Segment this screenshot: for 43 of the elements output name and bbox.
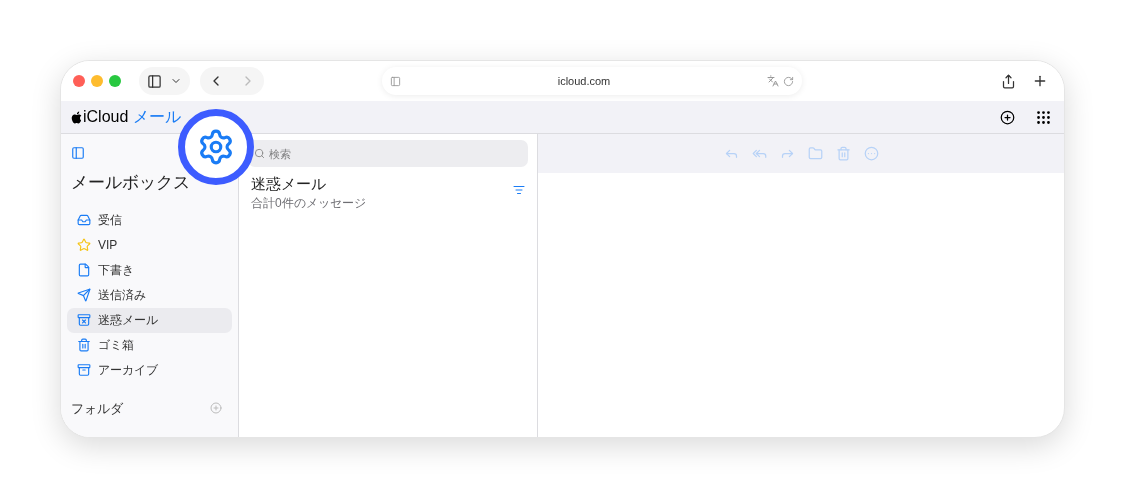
- search-field[interactable]: 検索: [248, 140, 528, 167]
- app-grid-icon[interactable]: [1035, 108, 1052, 126]
- close-light[interactable]: [73, 75, 85, 87]
- mailbox-item[interactable]: ゴミ箱: [67, 332, 232, 358]
- new-tab-icon[interactable]: [1032, 73, 1048, 89]
- zoom-light[interactable]: [109, 75, 121, 87]
- junk-box-icon: [77, 313, 91, 327]
- trash-icon: [77, 338, 91, 352]
- mailbox-item[interactable]: 受信: [67, 207, 232, 233]
- mailboxes-heading: メールボックス: [71, 172, 191, 194]
- share-icon[interactable]: [1001, 73, 1016, 89]
- forward-button[interactable]: [232, 67, 264, 95]
- app-brand: iCloud: [83, 107, 129, 127]
- document-icon: [77, 263, 91, 277]
- reload-icon[interactable]: [783, 75, 794, 87]
- star-icon: [77, 238, 91, 252]
- mailbox-item[interactable]: アーカイブ: [67, 357, 232, 383]
- mailbox-item[interactable]: 迷惑メール: [67, 307, 232, 333]
- sidebar-toggle-button[interactable]: [139, 67, 190, 95]
- list-title: 迷惑メール: [251, 174, 327, 194]
- message-count: 合計0件のメッセージ: [251, 195, 366, 211]
- add-icon[interactable]: [1000, 109, 1015, 125]
- url-text: icloud.com: [556, 73, 612, 89]
- mailbox-item[interactable]: 送信済み: [67, 282, 232, 308]
- apple-logo-icon: [71, 110, 82, 124]
- minimize-light[interactable]: [91, 75, 103, 87]
- app-title: メール: [133, 107, 182, 127]
- sidebar-icon[interactable]: [71, 146, 85, 160]
- sidebar-icon: [147, 73, 162, 89]
- settings-icon[interactable]: [197, 128, 235, 166]
- add-folder-icon[interactable]: [210, 402, 222, 415]
- back-button[interactable]: [200, 67, 232, 95]
- archive-icon: [77, 363, 91, 377]
- folders-heading: フォルダ: [71, 399, 123, 418]
- mailbox-item[interactable]: VIP: [67, 232, 232, 258]
- search-icon: [254, 148, 265, 159]
- translate-icon[interactable]: [767, 75, 779, 87]
- paper-plane-icon: [77, 288, 91, 302]
- page-menu-icon[interactable]: [390, 75, 401, 87]
- filter-icon[interactable]: [513, 184, 525, 196]
- mailbox-item[interactable]: 下書き: [67, 257, 232, 283]
- address-bar[interactable]: icloud.com: [382, 67, 802, 95]
- inbox-icon: [77, 213, 91, 227]
